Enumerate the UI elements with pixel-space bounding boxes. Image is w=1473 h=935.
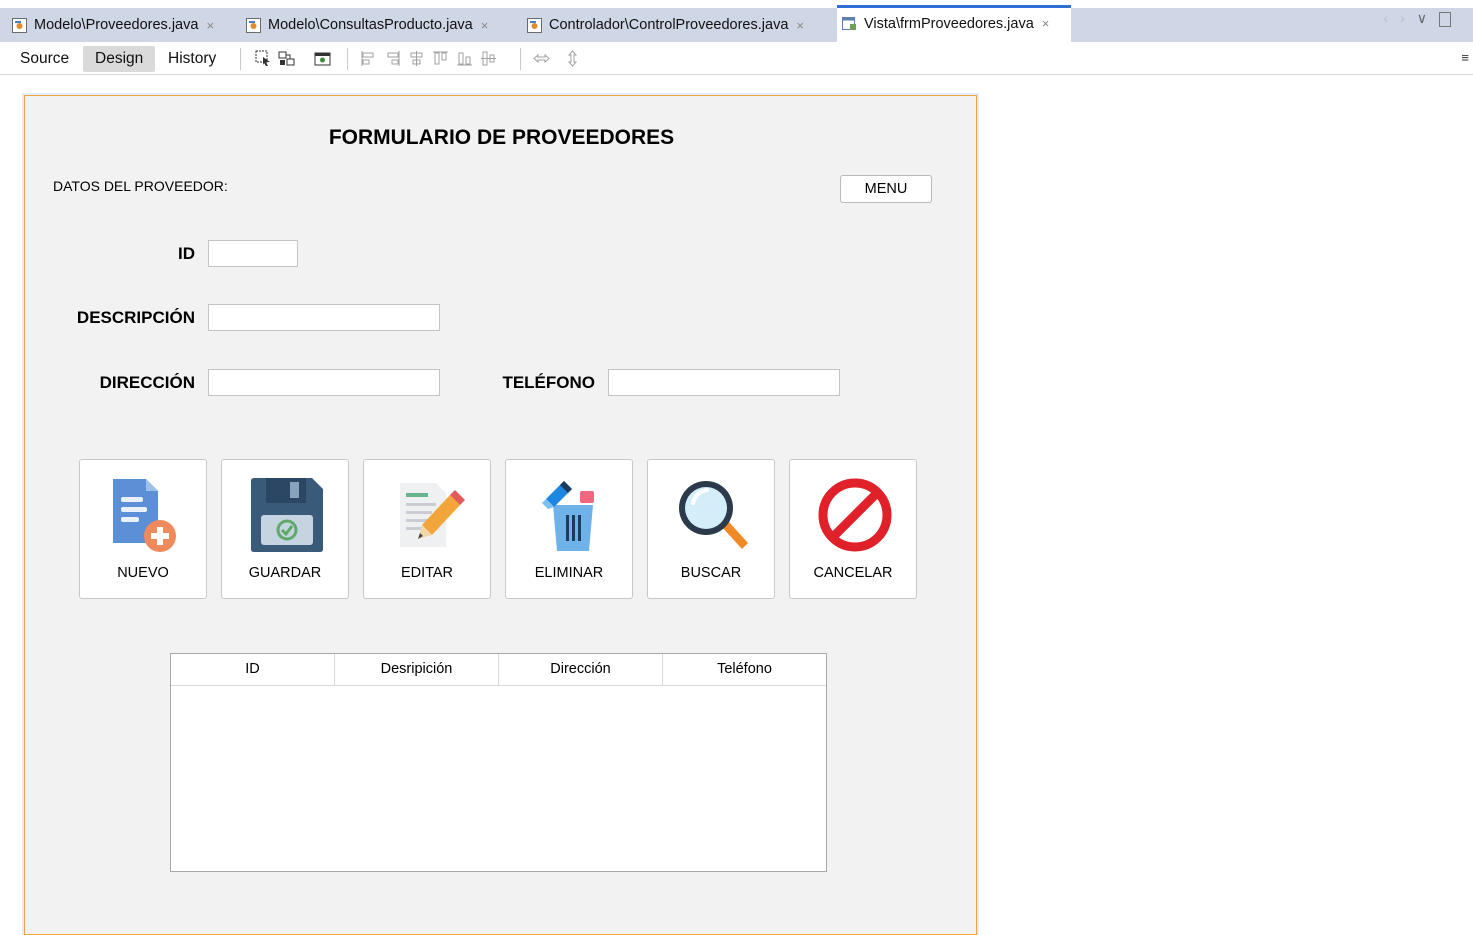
- scroll-right-icon[interactable]: ›: [1400, 10, 1405, 27]
- editor-toolbar: Source Design History ≡: [0, 42, 1473, 75]
- align-bottom-icon[interactable]: [456, 50, 473, 67]
- trash-bin-icon: [542, 481, 594, 551]
- scroll-left-icon[interactable]: ‹: [1383, 10, 1388, 27]
- edit-pencil-icon: [400, 483, 465, 547]
- close-icon[interactable]: ×: [796, 18, 804, 33]
- descripcion-label: DESCRIPCIÓN: [76, 308, 195, 327]
- form-title: FORMULARIO DE PROVEEDORES: [328, 126, 675, 149]
- table-body[interactable]: [171, 686, 826, 872]
- proveedores-table[interactable]: ID Desripición Dirección Teléfono: [170, 653, 827, 872]
- table-header: ID Desripición Dirección Teléfono: [171, 654, 826, 686]
- close-icon[interactable]: ×: [481, 18, 489, 33]
- editar-label: EDITAR: [400, 565, 454, 581]
- resize-horizontal-icon[interactable]: [533, 50, 550, 67]
- editor-tab-strip: Modelo\Proveedores.java × Modelo\Consult…: [0, 0, 1473, 42]
- toolbar-separator: [240, 48, 241, 70]
- selection-mode-icon[interactable]: [255, 50, 272, 67]
- toolbar-separator: [347, 48, 348, 70]
- descripcion-field[interactable]: [208, 304, 440, 331]
- center-horizontal-icon[interactable]: [408, 50, 425, 67]
- align-right-icon[interactable]: [384, 50, 401, 67]
- column-header-direccion[interactable]: Dirección: [499, 654, 663, 685]
- tab-navigation: ‹ › ∨: [1383, 10, 1451, 27]
- chevron-down-icon[interactable]: ∨: [1417, 10, 1427, 27]
- new-document-icon: [113, 479, 176, 552]
- tab-label: Modelo\Proveedores.java: [34, 17, 199, 33]
- id-field[interactable]: [208, 240, 298, 267]
- floppy-disk-icon: [251, 478, 323, 552]
- column-header-descripcion[interactable]: Desripición: [335, 654, 499, 685]
- close-icon[interactable]: ×: [1042, 16, 1050, 31]
- align-top-icon[interactable]: [432, 50, 449, 67]
- java-class-icon: [12, 17, 27, 33]
- direccion-label: DIRECCIÓN: [99, 373, 195, 392]
- buscar-label: BUSCAR: [680, 565, 742, 581]
- editar-button[interactable]: EDITAR: [363, 459, 491, 599]
- guardar-button[interactable]: GUARDAR: [221, 459, 349, 599]
- menu-button[interactable]: MENU: [840, 175, 932, 203]
- tab-frmproveedores-java[interactable]: Vista\frmProveedores.java ×: [837, 5, 1071, 42]
- toolbar-overflow-icon[interactable]: ≡: [1461, 50, 1469, 65]
- history-view-button[interactable]: History: [156, 46, 228, 72]
- column-header-telefono[interactable]: Teléfono: [663, 654, 826, 685]
- tab-controlproveedores-java[interactable]: Controlador\ControlProveedores.java ×: [527, 8, 804, 42]
- design-view-button[interactable]: Design: [83, 46, 156, 72]
- id-label: ID: [178, 244, 195, 263]
- telefono-label: TELÉFONO: [502, 373, 595, 392]
- tab-label: Controlador\ControlProveedores.java: [549, 17, 789, 33]
- source-view-button[interactable]: Source: [8, 46, 81, 72]
- tab-label: Vista\frmProveedores.java: [864, 15, 1034, 32]
- telefono-field[interactable]: [608, 369, 840, 396]
- tab-consultasproducto-java[interactable]: Modelo\ConsultasProducto.java ×: [246, 8, 488, 42]
- buscar-button[interactable]: BUSCAR: [647, 459, 775, 599]
- jframe-form-icon: [842, 17, 856, 30]
- eliminar-label: ELIMINAR: [534, 565, 604, 581]
- tab-label: Modelo\ConsultasProducto.java: [268, 17, 473, 33]
- tab-proveedores-java[interactable]: Modelo\Proveedores.java ×: [12, 8, 214, 42]
- close-icon[interactable]: ×: [206, 18, 214, 33]
- java-class-icon: [246, 17, 261, 33]
- guardar-label: GUARDAR: [248, 565, 322, 581]
- nuevo-button[interactable]: NUEVO: [79, 459, 207, 599]
- cancelar-button[interactable]: CANCELAR: [789, 459, 917, 599]
- cancelar-label: CANCELAR: [813, 565, 893, 581]
- align-left-icon[interactable]: [360, 50, 377, 67]
- jframe-form-panel[interactable]: FORMULARIO DE PROVEEDORES DATOS DEL PROV…: [22, 93, 979, 935]
- section-label: DATOS DEL PROVEEDOR:: [53, 178, 228, 194]
- resize-vertical-icon[interactable]: [564, 50, 581, 67]
- column-header-id[interactable]: ID: [171, 654, 335, 685]
- maximize-icon[interactable]: [1439, 12, 1451, 27]
- center-vertical-icon[interactable]: [480, 50, 497, 67]
- preview-design-icon[interactable]: [314, 50, 331, 67]
- toolbar-separator: [520, 48, 521, 70]
- connection-mode-icon[interactable]: [278, 50, 295, 67]
- cancel-icon: [818, 478, 892, 552]
- nuevo-label: NUEVO: [117, 565, 169, 581]
- java-class-icon: [527, 17, 542, 33]
- direccion-field[interactable]: [208, 369, 440, 396]
- magnifier-icon: [679, 481, 748, 549]
- eliminar-button[interactable]: ELIMINAR: [505, 459, 633, 599]
